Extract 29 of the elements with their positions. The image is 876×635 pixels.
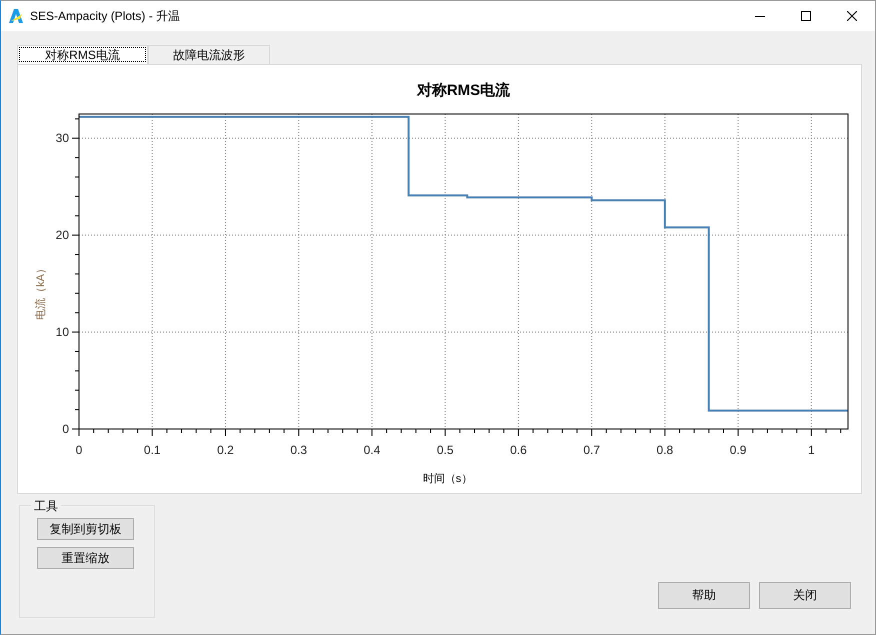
- maximize-icon[interactable]: [801, 11, 811, 21]
- close-icon[interactable]: [847, 11, 857, 21]
- axis-tick-label: 1: [808, 443, 815, 457]
- app-icon: [8, 8, 24, 24]
- axis-tick-label: 0.3: [290, 443, 308, 457]
- axis-tick-label: 0.2: [217, 443, 234, 457]
- tab[interactable]: 对称RMS电流: [17, 45, 148, 64]
- axis-tick-label: 0.9: [730, 443, 746, 457]
- window-title: SES-Ampacity (Plots) - 升温: [30, 8, 182, 24]
- axis-tick-label: 10: [56, 325, 69, 340]
- axis-tick-label: 0.1: [144, 443, 161, 457]
- axis-tick-label: 0.5: [436, 443, 454, 457]
- axis-tick-label: 0.8: [656, 443, 674, 457]
- x-axis-label: 时间（s）: [422, 473, 472, 485]
- close-button[interactable]: 关闭: [759, 582, 851, 609]
- help-button[interactable]: 帮助: [658, 582, 750, 609]
- chart-title: 对称RMS电流: [416, 82, 510, 99]
- axis-tick-label: 0: [76, 443, 82, 457]
- axis-tick-label: 30: [56, 131, 69, 146]
- y-axis-label: 电流（kA）: [35, 263, 47, 320]
- axis-tick-label: 0.6: [510, 443, 527, 457]
- copy-button[interactable]: 复制到剪切板: [37, 518, 134, 540]
- tab[interactable]: 故障电流波形: [148, 45, 270, 64]
- axis-tick-label: 0.7: [583, 443, 600, 457]
- axis-tick-label: 0.4: [364, 443, 380, 457]
- group-title: 工具: [31, 498, 61, 515]
- axis-tick-label: 20: [56, 228, 69, 242]
- axis-tick-label: 0: [62, 422, 69, 436]
- reset-zoom-button[interactable]: 重置缩放: [37, 547, 134, 569]
